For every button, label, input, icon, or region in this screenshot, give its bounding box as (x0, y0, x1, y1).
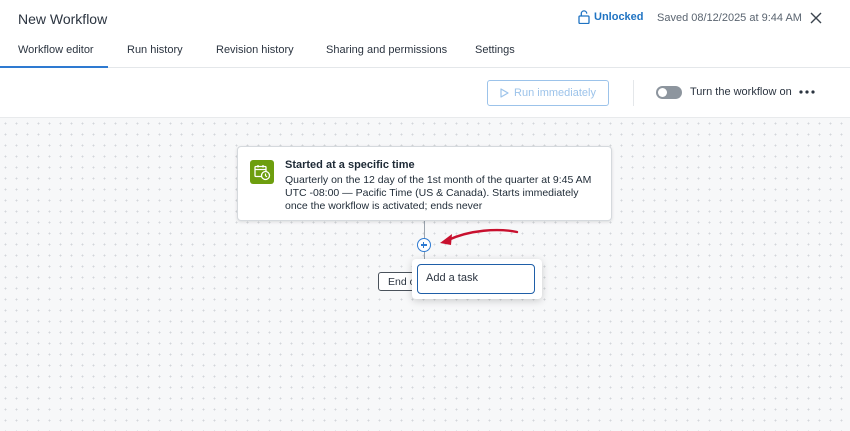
calendar-clock-icon (254, 165, 271, 181)
run-immediately-button[interactable]: Run immediately (487, 80, 609, 106)
trigger-card[interactable]: Started at a specific time Quarterly on … (237, 146, 612, 221)
close-icon[interactable] (808, 10, 824, 26)
add-step-button[interactable] (417, 238, 431, 252)
run-immediately-label: Run immediately (514, 87, 596, 99)
saved-status: Saved 08/12/2025 at 9:44 AM (657, 12, 802, 24)
padlock-open-icon (578, 10, 590, 24)
lock-label: Unlocked (594, 11, 644, 23)
workflow-toggle-label: Turn the workflow on (690, 86, 792, 98)
workflow-on-toggle[interactable] (656, 86, 682, 99)
workflow-title: New Workflow (18, 11, 108, 27)
tab-sharing-and-permissions[interactable]: Sharing and permissions (326, 44, 447, 56)
trigger-icon-badge (250, 160, 274, 184)
annotation-arrow (440, 228, 519, 245)
tab-workflow-editor[interactable]: Workflow editor (18, 44, 94, 56)
toggle-knob (658, 88, 667, 97)
tab-revision-history[interactable]: Revision history (216, 44, 294, 56)
menu-item-add-a-task[interactable]: Add a task (417, 264, 535, 294)
add-step-menu: Add a task (412, 259, 542, 299)
play-icon (500, 88, 509, 98)
unlocked-toggle[interactable]: Unlocked (578, 10, 644, 24)
more-options-icon[interactable] (798, 85, 816, 99)
tab-run-history[interactable]: Run history (127, 44, 183, 56)
trigger-description: Quarterly on the 12 day of the 1st month… (285, 174, 592, 212)
tab-bar: Workflow editor Run history Revision his… (0, 36, 850, 68)
trigger-title: Started at a specific time (285, 159, 415, 171)
header: New Workflow Unlocked Saved 08/12/2025 a… (0, 0, 850, 36)
tab-settings[interactable]: Settings (475, 44, 515, 56)
toolbar-divider (633, 80, 634, 106)
toolbar: Run immediately Turn the workflow on (0, 68, 850, 118)
